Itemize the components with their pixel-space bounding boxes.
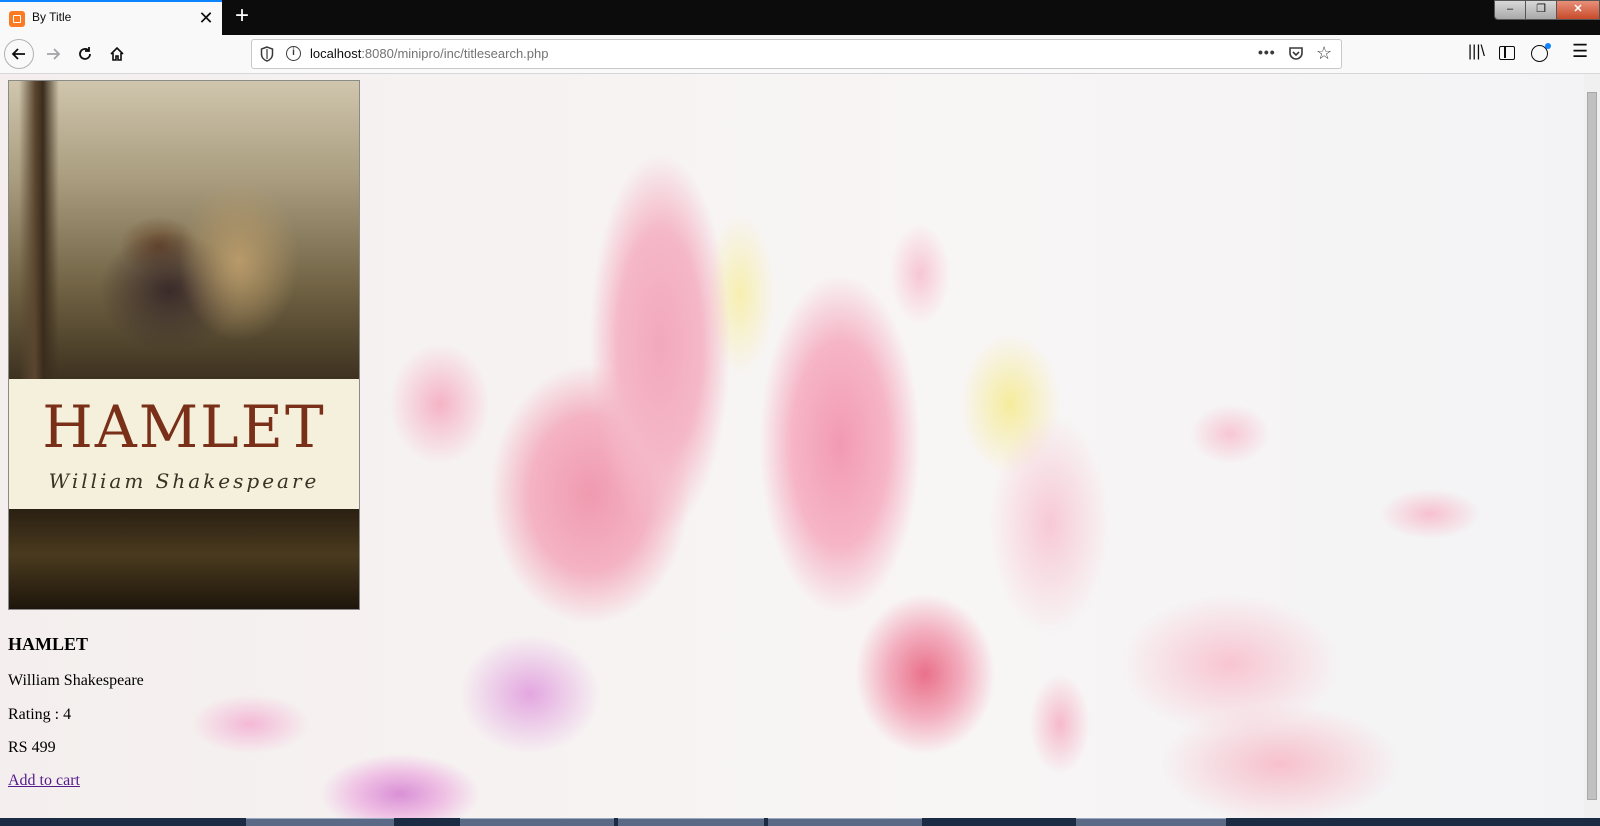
navigation-toolbar: i localhost:8080/minipro/inc/titlesearch… [0,35,1600,74]
firefox-account-icon[interactable] [1531,43,1551,62]
add-to-cart-link[interactable]: Add to cart [8,772,80,790]
url-bar[interactable]: i localhost:8080/minipro/inc/titlesearch… [251,39,1342,69]
new-tab-button[interactable]: + [230,4,254,28]
tab-close-icon[interactable]: ✕ [196,8,216,28]
tab-title: By Title [32,10,72,24]
url-path: :8080/minipro/inc/titlesearch.php [361,46,549,61]
tab-by-title[interactable]: By Title ✕ [0,0,222,35]
back-button[interactable] [4,39,34,69]
window-restore-button[interactable]: ❐ [1525,0,1557,20]
taskbar-item[interactable] [246,818,394,826]
book-author: William Shakespeare [8,672,144,689]
reload-button[interactable] [70,39,100,69]
url-host: localhost [310,46,362,61]
url-text[interactable]: localhost:8080/minipro/inc/titlesearch.p… [310,46,548,61]
book-title: HAMLET [8,634,89,654]
page-actions-more-icon[interactable]: ••• [1258,44,1276,60]
taskbar-item[interactable] [1076,818,1226,826]
scrollbar-thumb[interactable] [1587,92,1597,800]
page-content: HAMLET William Shakespeare HAMLET Willia… [0,74,1584,818]
arrow-left-icon [11,48,25,60]
tracking-shield-icon[interactable] [260,46,274,62]
tab-strip: By Title ✕ + – ❐ ✕ [0,0,1600,35]
window-minimize-button[interactable]: – [1494,0,1526,20]
home-button[interactable] [102,39,132,69]
bookmark-star-icon[interactable]: ☆ [1316,43,1332,64]
cover-author: William Shakespeare [48,469,320,493]
sidebar-toggle-icon[interactable] [1499,46,1515,60]
hamburger-menu-icon[interactable]: ☰ [1572,41,1588,62]
book-rating: Rating : 4 [8,706,72,723]
cover-tree [19,81,59,379]
home-icon [110,46,124,61]
pocket-icon[interactable] [1288,46,1304,61]
cover-title: HAMLET [42,393,326,461]
site-info-icon[interactable]: i [286,46,301,61]
vertical-scrollbar[interactable] [1584,74,1600,818]
library-icon[interactable]: |||\ [1468,43,1485,61]
arrow-right-icon [47,48,61,60]
book-cover-image: HAMLET William Shakespeare [8,80,360,610]
taskbar-item[interactable] [768,818,922,826]
cover-bottom-painting [9,509,359,609]
cover-painting [9,81,359,379]
taskbar-item[interactable] [460,818,614,826]
forward-button[interactable] [38,39,68,69]
book-price: RS 499 [8,739,56,756]
reload-icon [79,47,91,60]
xampp-favicon-icon [9,11,25,27]
taskbar-item[interactable] [618,818,764,826]
window-close-button[interactable]: ✕ [1556,0,1600,20]
